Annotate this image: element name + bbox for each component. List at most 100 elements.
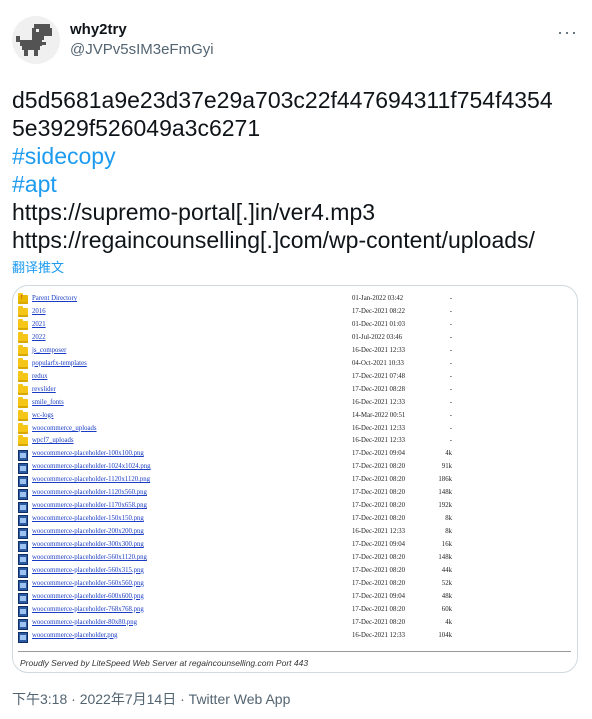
entry-date: 17-Dec-2021 08:20 <box>352 566 406 574</box>
folder-icon <box>18 344 28 356</box>
entry-size: 8k <box>445 515 452 523</box>
entry-size: - <box>449 359 452 367</box>
hash-line: 5e3929f526049a3c6271 <box>12 115 261 141</box>
directory-row: woocommerce-placeholder-560x1120.png 17-D… <box>18 553 571 566</box>
entry-size: - <box>449 424 452 432</box>
directory-entry-link: revslider <box>32 385 56 393</box>
tweet-time[interactable]: 下午3:18 <box>12 691 67 707</box>
folder-icon <box>18 305 28 317</box>
entry-size: - <box>449 398 452 406</box>
entry-date: 16-Dec-2021 12:33 <box>352 437 406 445</box>
directory-listing: Proudly Served by LiteSpeed Web Server a… <box>18 293 571 672</box>
folder-icon <box>18 396 28 408</box>
entry-date: 17-Dec-2021 09:04 <box>352 541 406 549</box>
display-name[interactable]: why2try <box>70 20 214 40</box>
entry-size: - <box>449 346 452 354</box>
directory-row: woocommerce-placeholder-200x200.png 16-De… <box>18 527 571 540</box>
tweet-source: Twitter Web App <box>188 691 291 707</box>
tweet-text: d5d5681a9e23d37e29a703c22f447694311f754f… <box>12 86 582 254</box>
translate-tweet-link[interactable]: 翻译推文 <box>12 257 64 276</box>
entry-date: 14-Mar-2022 00:51 <box>352 411 406 419</box>
folder-icon <box>18 357 28 369</box>
entry-size: 148k <box>438 489 452 497</box>
entry-size: 4k <box>445 450 452 458</box>
entry-size: 4k <box>445 618 452 626</box>
directory-row: popularfx-templates 04-Oct-2021 10:33 - <box>18 357 571 372</box>
tweet-meta: 下午3:18 · 2022年7月14日 · Twitter Web App <box>12 689 290 709</box>
file-icon <box>18 566 28 578</box>
entry-size: 91k <box>441 463 452 471</box>
directory-row: 2022 01-Jul-2022 03:46 - <box>18 331 571 346</box>
directory-entry-link: woocommerce-placeholder-100x100.png <box>32 450 144 458</box>
folder-icon <box>18 318 28 330</box>
directory-row: woocommerce-placeholder-100x100.png 17-De… <box>18 449 571 462</box>
directory-row: wc-logs 14-Mar-2022 00:51 - <box>18 409 571 424</box>
file-icon <box>18 592 28 604</box>
directory-entry-link: woocommerce-placeholder-768x768.png <box>32 605 144 613</box>
directory-entry-link: wc-logs <box>32 411 54 419</box>
entry-date: 04-Oct-2021 10:33 <box>352 359 404 367</box>
hashtag-apt[interactable]: #apt <box>12 170 582 198</box>
directory-entry-link: woocommerce-placeholder-1120x1120.png <box>32 476 151 484</box>
directory-entry-link: woocommerce-placeholder-150x150.png <box>32 515 144 523</box>
entry-size: 186k <box>438 476 452 484</box>
entry-size: 44k <box>441 566 452 574</box>
defanged-url: https://regaincounselling[.]com/wp-conte… <box>12 227 535 253</box>
parent-folder-icon <box>18 293 28 304</box>
entry-date: 17-Dec-2021 09:04 <box>352 450 406 458</box>
entry-size: - <box>449 385 452 393</box>
directory-row: js_composer 16-Dec-2021 12:33 - <box>18 344 571 359</box>
hash-line: d5d5681a9e23d37e29a703c22f447694311f754f… <box>12 87 553 113</box>
file-icon <box>18 489 28 501</box>
file-icon <box>18 631 28 643</box>
server-footer: Proudly Served by LiteSpeed Web Server a… <box>20 658 309 668</box>
avatar[interactable] <box>12 16 60 64</box>
hashtag-sidecopy[interactable]: #sidecopy <box>12 142 582 170</box>
entry-date: 17-Dec-2021 08:20 <box>352 515 406 523</box>
directory-entry-link: popularfx-templates <box>32 359 87 367</box>
directory-row: smile_fonts 16-Dec-2021 12:33 - <box>18 396 571 411</box>
directory-entry-link: woocommerce-placeholder-560x315.png <box>32 566 144 574</box>
directory-row: 2016 17-Dec-2021 08:22 - <box>18 305 571 320</box>
footer-divider <box>18 651 571 652</box>
entry-size: 16k <box>441 541 452 549</box>
entry-date: 01-Jan-2022 03:42 <box>352 295 404 302</box>
directory-row: woocommerce-placeholder.png 16-Dec-2021 1… <box>18 631 571 644</box>
entry-size: 192k <box>438 502 452 510</box>
directory-row: Parent Directory 01-Jan-2022 03:42 - <box>18 293 571 307</box>
directory-entry-link: woocommerce-placeholder-200x200.png <box>32 528 144 536</box>
directory-row: wpcf7_uploads 16-Dec-2021 12:33 - <box>18 435 571 449</box>
directory-entry-link: woocommerce-placeholder-300x300.png <box>32 541 144 549</box>
entry-date: 17-Dec-2021 08:20 <box>352 579 406 587</box>
entry-size: - <box>449 333 452 341</box>
directory-row: woocommerce-placeholder-560x560.png 17-De… <box>18 579 571 592</box>
directory-entry-link: woocommerce-placeholder-600x600.png <box>32 592 144 600</box>
file-icon <box>18 618 28 630</box>
directory-entry-link: smile_fonts <box>32 398 64 406</box>
directory-row: woocommerce-placeholder-80x80.png 17-Dec-… <box>18 618 571 631</box>
directory-entry-link: woocommerce-placeholder-1120x560.png <box>32 489 147 497</box>
tweet-date[interactable]: 2022年7月14日 <box>80 691 177 707</box>
directory-entry-link: woocommerce-placeholder.png <box>32 631 118 639</box>
entry-date: 16-Dec-2021 12:33 <box>352 631 406 639</box>
directory-entry-link: woocommerce-placeholder-1024x1024.png <box>32 463 151 471</box>
entry-size: - <box>449 320 452 328</box>
directory-row: woocommerce-placeholder-560x315.png 17-De… <box>18 566 571 579</box>
attached-image[interactable]: Proudly Served by LiteSpeed Web Server a… <box>12 285 578 673</box>
entry-date: 16-Dec-2021 12:33 <box>352 398 406 406</box>
entry-size: 60k <box>441 605 452 613</box>
file-icon <box>18 450 28 462</box>
directory-entry-link: woocommerce-placeholder-560x1120.png <box>32 554 147 561</box>
entry-date: 17-Dec-2021 08:28 <box>352 385 406 393</box>
user-handle[interactable]: @JVPv5sIM3eFmGyi <box>70 40 214 60</box>
entry-size: 8k <box>445 528 452 536</box>
more-options-icon[interactable]: ··· <box>557 22 578 43</box>
directory-row: woocommerce-placeholder-1024x1024.png 17-… <box>18 462 571 475</box>
entry-date: 17-Dec-2021 08:20 <box>352 463 406 471</box>
meta-separator: · <box>176 691 189 707</box>
tweet-header: why2try @JVPv5sIM3eFmGyi ··· <box>12 14 580 66</box>
directory-entry-link: 2016 <box>32 307 46 315</box>
entry-date: 17-Dec-2021 08:20 <box>352 489 406 497</box>
directory-entry-link: 2021 <box>32 320 46 328</box>
directory-row: woocommerce-placeholder-600x600.png 17-De… <box>18 592 571 605</box>
